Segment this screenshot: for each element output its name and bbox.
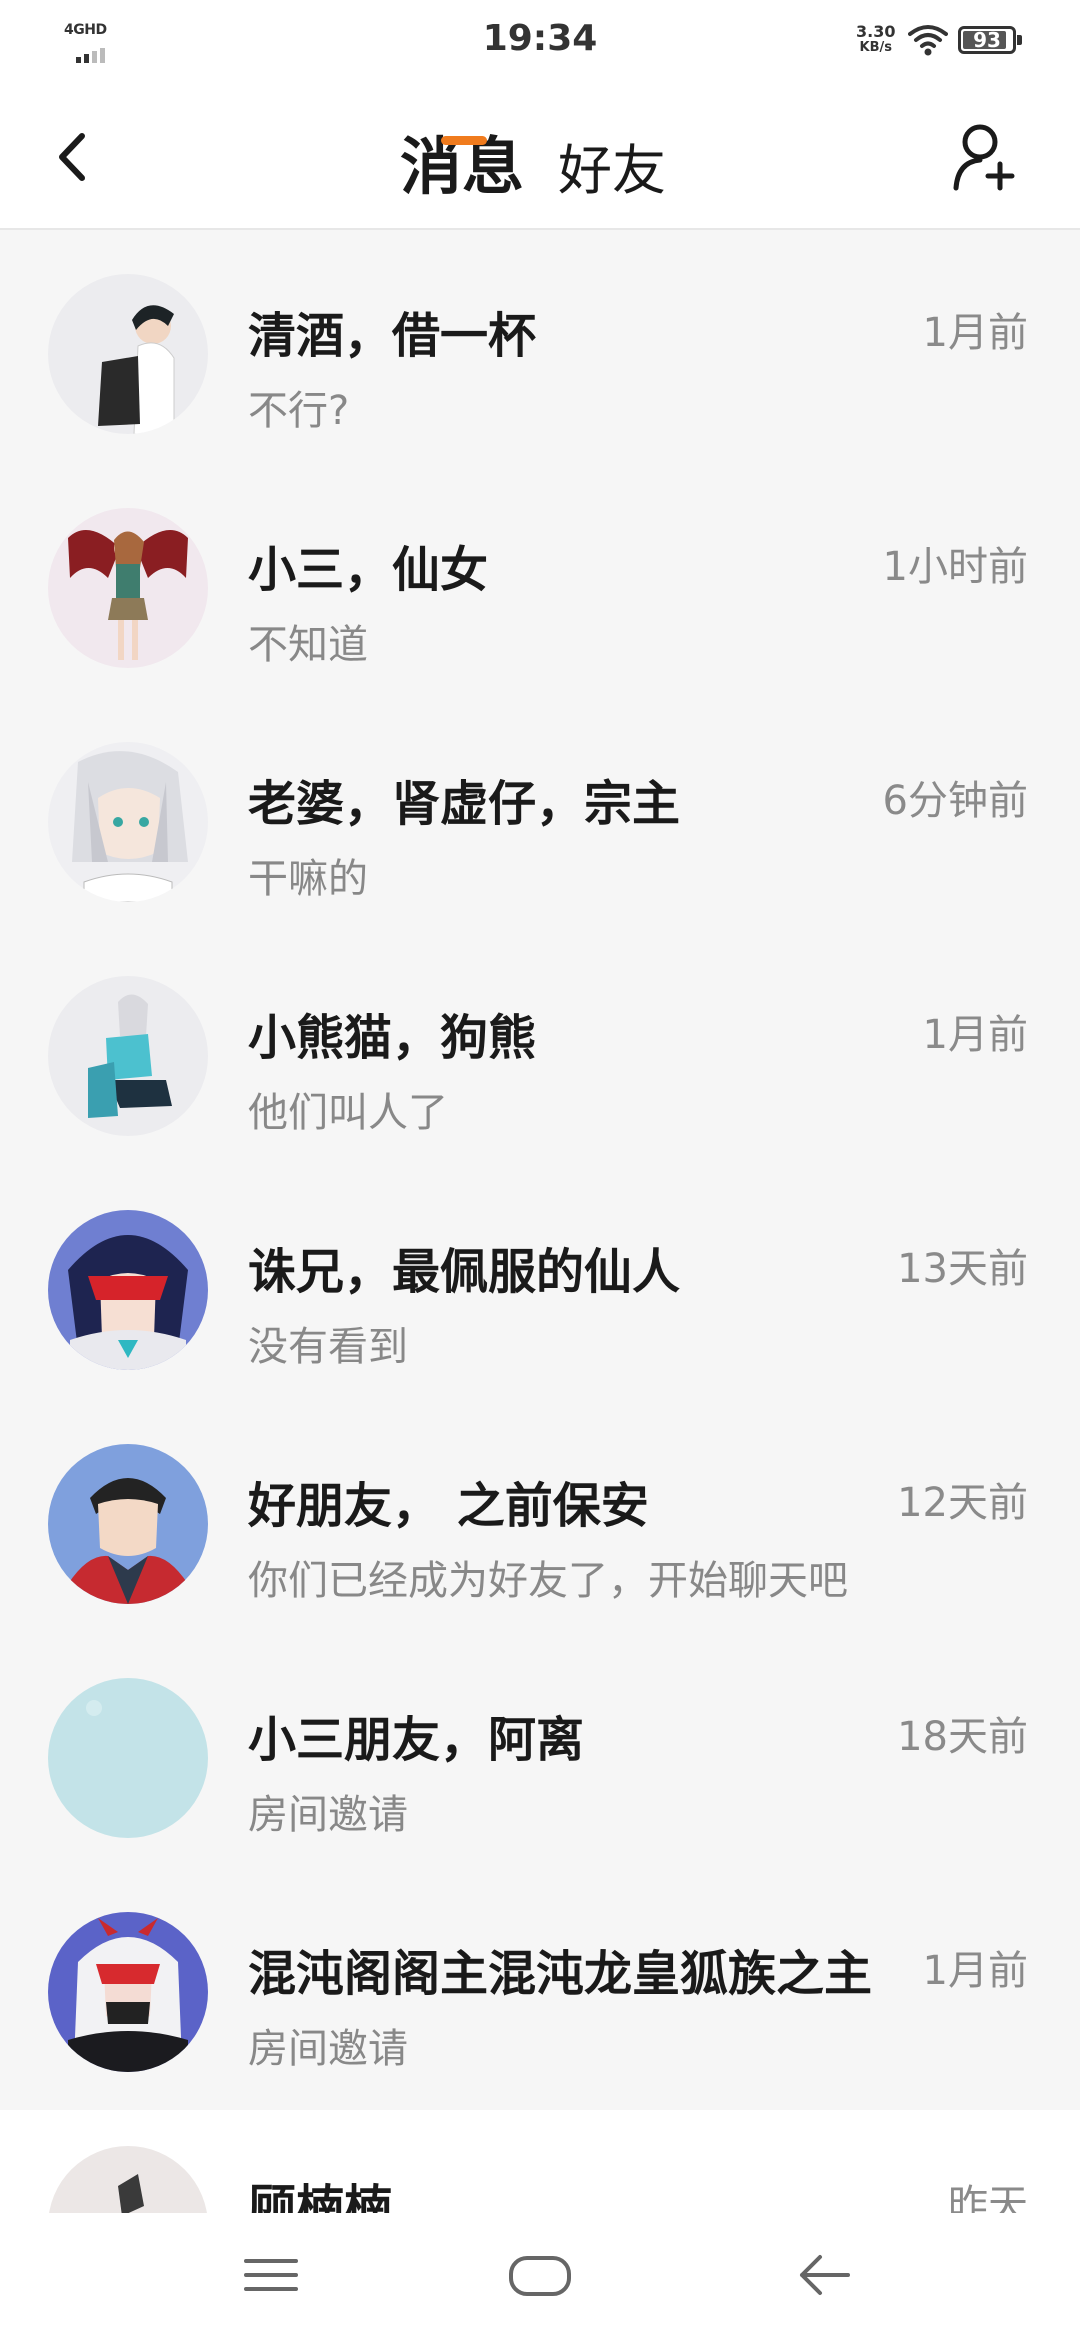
conversation-name: 老婆，肾虚仔，宗主 xyxy=(248,776,681,832)
network-speed-unit: KB/s xyxy=(859,40,892,55)
avatar[interactable] xyxy=(48,2146,208,2213)
conversation-time: 6分钟前 xyxy=(882,778,1028,824)
back-arrow-icon[interactable] xyxy=(44,124,100,190)
avatar[interactable] xyxy=(48,1678,208,1838)
conversation-preview: 干嘛的 xyxy=(248,856,368,902)
conversation-name: 顾楠楠 xyxy=(248,2180,393,2213)
tab-messages[interactable]: 消息 xyxy=(400,116,524,206)
active-tab-indicator xyxy=(441,136,487,145)
menu-icon[interactable] xyxy=(242,2245,300,2305)
conversation-row[interactable]: 清酒，借一杯 不行? 1月前 xyxy=(0,238,1080,472)
conversation-preview: 房间邀请 xyxy=(248,2026,408,2072)
conversation-time: 1月前 xyxy=(922,310,1028,356)
add-friend-icon[interactable] xyxy=(950,120,1020,192)
battery-icon: 93 xyxy=(958,26,1022,54)
avatar[interactable] xyxy=(48,976,208,1136)
conversation-row[interactable]: 小三，仙女 不知道 1小时前 xyxy=(0,472,1080,706)
conversation-preview: 不知道 xyxy=(248,622,368,668)
conversation-row[interactable]: 小三朋友，阿离 房间邀请 18天前 xyxy=(0,1642,1080,1876)
avatar[interactable] xyxy=(48,508,208,668)
conversation-time: 1小时前 xyxy=(882,544,1028,590)
avatar[interactable] xyxy=(48,1444,208,1604)
conversation-time: 1月前 xyxy=(922,1012,1028,1058)
conversation-row[interactable]: 小熊猫，狗熊 他们叫人了 1月前 xyxy=(0,940,1080,1174)
avatar[interactable] xyxy=(48,1210,208,1370)
conversation-name: 好朋友， 之前保安 xyxy=(248,1478,649,1534)
conversation-row[interactable]: 好朋友， 之前保安 你们已经成为好友了，开始聊天吧 12天前 xyxy=(0,1408,1080,1642)
conversation-name: 清酒，借一杯 xyxy=(248,308,537,364)
conversation-list: 清酒，借一杯 不行? 1月前 小三，仙女 不知道 1小时前 老婆，肾虚仔，宗主 … xyxy=(0,238,1080,2213)
home-button-icon[interactable] xyxy=(508,2245,572,2305)
network-speed: 3.30 KB/s xyxy=(856,24,895,56)
conversation-preview: 你们已经成为好友了，开始聊天吧 xyxy=(248,1558,848,1604)
tab-friends[interactable]: 好友 xyxy=(558,126,666,205)
conversation-time: 1月前 xyxy=(922,1948,1028,1994)
conversation-time: 18天前 xyxy=(897,1714,1028,1760)
conversation-name: 小三朋友，阿离 xyxy=(248,1712,585,1768)
conversation-row[interactable]: 混沌阁阁主混沌龙皇狐族之主 房间邀请 1月前 xyxy=(0,1876,1080,2110)
conversation-preview: 没有看到 xyxy=(248,1324,408,1370)
conversation-time: 13天前 xyxy=(897,1246,1028,1292)
network-speed-value: 3.30 xyxy=(856,22,896,41)
back-nav-icon[interactable] xyxy=(794,2245,854,2305)
conversation-name: 混沌阁阁主混沌龙皇狐族之主 xyxy=(248,1946,873,2002)
conversation-row[interactable]: 顾楠楠 昨天 xyxy=(0,2110,1080,2213)
conversation-name: 小三，仙女 xyxy=(248,542,489,598)
conversation-preview: 他们叫人了 xyxy=(248,1090,448,1136)
avatar[interactable] xyxy=(48,1912,208,2072)
conversation-name: 小熊猫，狗熊 xyxy=(248,1010,537,1066)
avatar[interactable] xyxy=(48,274,208,434)
status-bar: 4GHD 19:34 3.30 KB/s 93 xyxy=(0,0,1080,82)
conversation-time: 12天前 xyxy=(897,1480,1028,1526)
conversation-time: 昨天 xyxy=(948,2182,1028,2213)
system-navigation-bar xyxy=(0,2213,1080,2340)
conversation-preview: 房间邀请 xyxy=(248,1792,408,1838)
wifi-icon xyxy=(908,25,948,56)
conversation-row[interactable]: 老婆，肾虚仔，宗主 干嘛的 6分钟前 xyxy=(0,706,1080,940)
conversation-name: 诛兄，最佩服的仙人 xyxy=(248,1244,681,1300)
conversation-row[interactable]: 诛兄，最佩服的仙人 没有看到 13天前 xyxy=(0,1174,1080,1408)
battery-level: 93 xyxy=(973,28,1001,52)
avatar[interactable] xyxy=(48,742,208,902)
conversation-preview: 不行? xyxy=(248,388,350,434)
top-app-bar: 消息 好友 xyxy=(0,82,1080,230)
